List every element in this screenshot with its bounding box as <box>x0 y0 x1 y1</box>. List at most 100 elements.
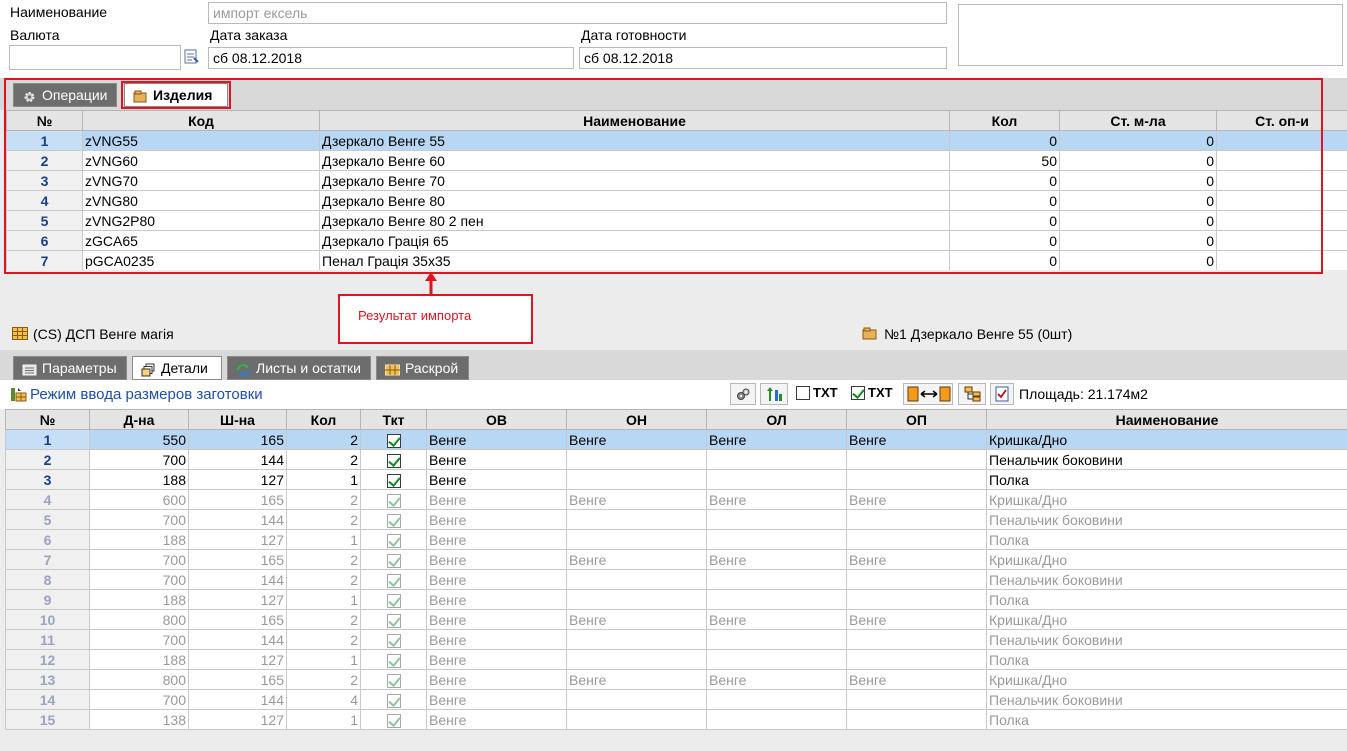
edge-top[interactable]: Венге <box>426 609 567 630</box>
texture-checkbox[interactable] <box>386 533 401 548</box>
edge-bottom[interactable] <box>566 509 707 530</box>
edge-right[interactable] <box>846 709 987 730</box>
product-qty[interactable]: 0 <box>949 130 1060 151</box>
table-row[interactable]: 8 700 144 2 Венге Пенальчик боковини <box>5 569 1347 590</box>
texture-checkbox[interactable] <box>386 613 401 628</box>
detail-length[interactable]: 700 <box>89 509 189 530</box>
table-row[interactable]: 5 700 144 2 Венге Пенальчик боковини <box>5 509 1347 530</box>
detail-length[interactable]: 188 <box>89 649 189 670</box>
product-code[interactable]: zVNG70 <box>82 170 320 191</box>
table-row[interactable]: 9 188 127 1 Венге Полка <box>5 589 1347 610</box>
details-column-header[interactable]: Ткт <box>360 409 427 430</box>
detail-length[interactable]: 188 <box>89 469 189 490</box>
txt-on-toggle[interactable]: TXT <box>848 383 898 405</box>
product-code[interactable]: zVNG80 <box>82 190 320 211</box>
edge-top[interactable]: Венге <box>426 529 567 550</box>
edge-bottom[interactable] <box>566 649 707 670</box>
edge-left[interactable] <box>706 449 847 470</box>
table-row[interactable]: 4 zVNG80 Дзеркало Венге 80 0 0 <box>6 190 1347 211</box>
detail-name[interactable]: Кришка/Дно <box>986 669 1347 690</box>
texture-checkbox[interactable] <box>386 673 401 688</box>
material-cost[interactable]: 0 <box>1059 210 1217 231</box>
edge-right[interactable] <box>846 449 987 470</box>
detail-qty[interactable]: 1 <box>286 649 361 670</box>
detail-width[interactable]: 165 <box>188 609 287 630</box>
product-code[interactable]: pGCA0235 <box>82 250 320 271</box>
products-column-header[interactable]: Ст. оп-и <box>1216 110 1347 131</box>
products-column-header[interactable]: № <box>6 110 83 131</box>
detail-width[interactable]: 165 <box>188 549 287 570</box>
notes-textarea[interactable] <box>958 4 1343 66</box>
material-cost[interactable]: 0 <box>1059 190 1217 211</box>
table-row[interactable]: 5 zVNG2P80 Дзеркало Венге 80 2 пен 0 0 <box>6 210 1347 231</box>
row-number[interactable]: 4 <box>6 190 83 211</box>
edge-bottom[interactable]: Венге <box>566 609 707 630</box>
row-number[interactable]: 7 <box>5 549 90 570</box>
edge-right[interactable] <box>846 689 987 710</box>
row-number[interactable]: 11 <box>5 629 90 650</box>
detail-length[interactable]: 700 <box>89 629 189 650</box>
detail-qty[interactable]: 1 <box>286 709 361 730</box>
operation-cost[interactable] <box>1216 210 1347 231</box>
edge-right[interactable]: Венге <box>846 549 987 570</box>
detail-qty[interactable]: 2 <box>286 509 361 530</box>
table-row[interactable]: 13 800 165 2 Венге Венге Венге Венге Кришка/Дно <box>5 669 1347 690</box>
edge-right[interactable] <box>846 569 987 590</box>
tab-sheets-remnants[interactable]: Листы и остатки <box>227 356 371 380</box>
row-number[interactable]: 9 <box>5 589 90 610</box>
edge-bottom[interactable]: Венге <box>566 669 707 690</box>
product-qty[interactable]: 0 <box>949 190 1060 211</box>
detail-qty[interactable]: 2 <box>286 609 361 630</box>
operation-cost[interactable] <box>1216 230 1347 251</box>
detail-qty[interactable]: 2 <box>286 429 361 450</box>
edge-right[interactable] <box>846 509 987 530</box>
table-row[interactable]: 14 700 144 4 Венге Пенальчик боковини <box>5 689 1347 710</box>
edge-bottom[interactable] <box>566 629 707 650</box>
detail-qty[interactable]: 1 <box>286 469 361 490</box>
detail-qty[interactable]: 1 <box>286 589 361 610</box>
detail-qty[interactable]: 4 <box>286 689 361 710</box>
tab-cutting[interactable]: Раскрой <box>376 356 469 380</box>
tab-products[interactable]: Изделия <box>124 83 228 107</box>
product-name[interactable]: Дзеркало Венге 60 <box>319 150 950 171</box>
detail-qty[interactable]: 2 <box>286 449 361 470</box>
edge-right[interactable] <box>846 529 987 550</box>
detail-name[interactable]: Пенальчик боковини <box>986 449 1347 470</box>
edge-top[interactable]: Венге <box>426 469 567 490</box>
row-number[interactable]: 15 <box>5 709 90 730</box>
product-qty[interactable]: 0 <box>949 210 1060 231</box>
detail-qty[interactable]: 1 <box>286 529 361 550</box>
edge-top[interactable]: Венге <box>426 629 567 650</box>
detail-width[interactable]: 165 <box>188 669 287 690</box>
row-number[interactable]: 5 <box>5 509 90 530</box>
edge-bottom[interactable] <box>566 709 707 730</box>
detail-width[interactable]: 127 <box>188 529 287 550</box>
edge-left[interactable] <box>706 509 847 530</box>
texture-checkbox[interactable] <box>386 493 401 508</box>
edge-bottom[interactable]: Венге <box>566 489 707 510</box>
details-column-header[interactable]: ОВ <box>426 409 567 430</box>
table-row[interactable]: 6 188 127 1 Венге Полка <box>5 529 1347 550</box>
details-column-header[interactable]: Д-на <box>89 409 189 430</box>
edge-left[interactable] <box>706 469 847 490</box>
details-column-header[interactable]: ОЛ <box>706 409 847 430</box>
edge-bottom[interactable]: Венге <box>566 549 707 570</box>
detail-name[interactable]: Пенальчик боковини <box>986 509 1347 530</box>
table-row[interactable]: 3 188 127 1 Венге Полка <box>5 469 1347 490</box>
table-row[interactable]: 4 600 165 2 Венге Венге Венге Венге Кришка/Дно <box>5 489 1347 510</box>
row-number[interactable]: 12 <box>5 649 90 670</box>
product-name[interactable]: Дзеркало Грація 65 <box>319 230 950 251</box>
tree-button[interactable] <box>958 383 986 405</box>
detail-length[interactable]: 700 <box>89 689 189 710</box>
edge-bottom[interactable] <box>566 569 707 590</box>
texture-checkbox[interactable] <box>386 693 401 708</box>
detail-name[interactable]: Полка <box>986 469 1347 490</box>
detail-length[interactable]: 700 <box>89 569 189 590</box>
row-number[interactable]: 1 <box>5 429 90 450</box>
edge-bottom[interactable] <box>566 529 707 550</box>
detail-length[interactable]: 800 <box>89 669 189 690</box>
texture-checkbox[interactable] <box>386 513 401 528</box>
table-row[interactable]: 6 zGCA65 Дзеркало Грація 65 0 0 <box>6 230 1347 251</box>
edge-left[interactable]: Венге <box>706 609 847 630</box>
detail-width[interactable]: 165 <box>188 429 287 450</box>
